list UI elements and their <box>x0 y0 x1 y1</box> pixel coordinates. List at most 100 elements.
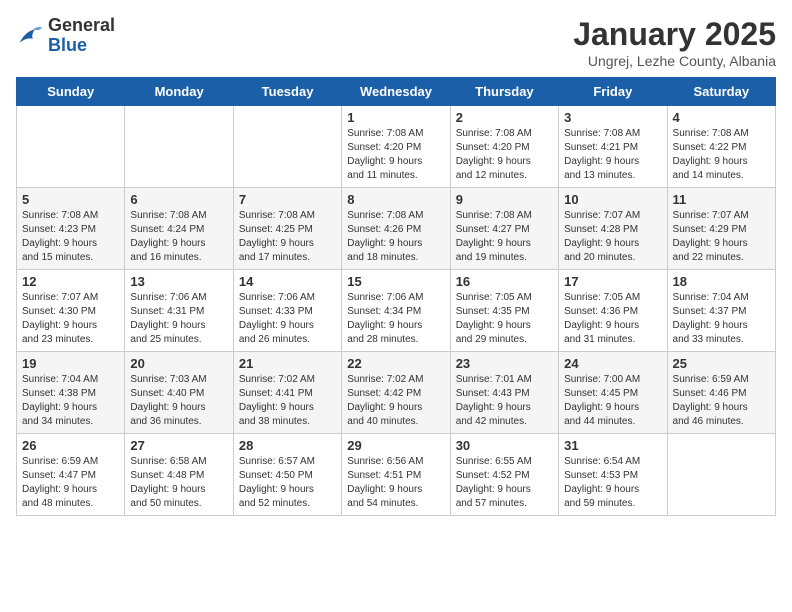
day-info: Sunrise: 7:04 AMSunset: 4:37 PMDaylight:… <box>673 291 770 347</box>
day-number: 29 <box>347 438 444 453</box>
calendar-cell: 5 Sunrise: 7:08 AMSunset: 4:23 PMDaylight… <box>17 188 125 270</box>
day-info: Sunrise: 6:54 AMSunset: 4:53 PMDaylight:… <box>564 455 661 511</box>
day-info: Sunrise: 7:05 AMSunset: 4:35 PMDaylight:… <box>456 291 553 347</box>
day-info: Sunrise: 6:56 AMSunset: 4:51 PMDaylight:… <box>347 455 444 511</box>
day-of-week-header: Friday <box>559 78 667 106</box>
calendar-cell: 27 Sunrise: 6:58 AMSunset: 4:48 PMDayligh… <box>125 434 233 516</box>
day-info: Sunrise: 7:08 AMSunset: 4:24 PMDaylight:… <box>130 209 227 265</box>
calendar-cell: 21 Sunrise: 7:02 AMSunset: 4:41 PMDayligh… <box>233 352 341 434</box>
calendar-cell: 3Sunrise: 7:08 AMSunset: 4:21 PMDaylight… <box>559 106 667 188</box>
calendar-header-row: SundayMondayTuesdayWednesdayThursdayFrid… <box>17 78 776 106</box>
calendar-cell: 12Sunrise: 7:07 AMSunset: 4:30 PMDayligh… <box>17 270 125 352</box>
day-info: Sunrise: 7:06 AMSunset: 4:31 PMDaylight:… <box>130 291 227 347</box>
day-info: Sunrise: 7:08 AMSunset: 4:25 PMDaylight:… <box>239 209 336 265</box>
day-number: 21 <box>239 356 336 371</box>
calendar-cell: 20Sunrise: 7:03 AMSunset: 4:40 PMDayligh… <box>125 352 233 434</box>
calendar-cell: 16 Sunrise: 7:05 AMSunset: 4:35 PMDayligh… <box>450 270 558 352</box>
day-info: Sunrise: 7:06 AMSunset: 4:33 PMDaylight:… <box>239 291 336 347</box>
day-info: Sunrise: 7:04 AMSunset: 4:38 PMDaylight:… <box>22 373 119 429</box>
calendar-week-row: 12Sunrise: 7:07 AMSunset: 4:30 PMDayligh… <box>17 270 776 352</box>
day-info: Sunrise: 7:08 AMSunset: 4:26 PMDaylight:… <box>347 209 444 265</box>
day-info: Sunrise: 6:55 AMSunset: 4:52 PMDaylight:… <box>456 455 553 511</box>
calendar-cell <box>125 106 233 188</box>
day-info: Sunrise: 7:00 AMSunset: 4:45 PMDaylight:… <box>564 373 661 429</box>
day-info: Sunrise: 7:08 AMSunset: 4:27 PMDaylight:… <box>456 209 553 265</box>
day-number: 23 <box>456 356 553 371</box>
day-number: 27 <box>130 438 227 453</box>
day-info: Sunrise: 7:08 AMSunset: 4:20 PMDaylight:… <box>456 127 553 183</box>
calendar-week-row: 19 Sunrise: 7:04 AMSunset: 4:38 PMDayligh… <box>17 352 776 434</box>
title-block: January 2025 Ungrej, Lezhe County, Alban… <box>573 16 776 69</box>
day-number: 31 <box>564 438 661 453</box>
logo: General Blue <box>16 16 115 56</box>
day-info: Sunrise: 6:58 AMSunset: 4:48 PMDaylight:… <box>130 455 227 511</box>
day-info: Sunrise: 6:57 AMSunset: 4:50 PMDaylight:… <box>239 455 336 511</box>
day-of-week-header: Tuesday <box>233 78 341 106</box>
calendar-cell: 31 Sunrise: 6:54 AMSunset: 4:53 PMDayligh… <box>559 434 667 516</box>
day-number: 8 <box>347 192 444 207</box>
day-number: 9 <box>456 192 553 207</box>
calendar-cell: 18 Sunrise: 7:04 AMSunset: 4:37 PMDayligh… <box>667 270 775 352</box>
calendar-cell <box>233 106 341 188</box>
calendar-week-row: 26 Sunrise: 6:59 AMSunset: 4:47 PMDayligh… <box>17 434 776 516</box>
day-number: 1 <box>347 110 444 125</box>
day-info: Sunrise: 7:08 AMSunset: 4:20 PMDaylight:… <box>347 127 444 183</box>
day-number: 30 <box>456 438 553 453</box>
day-info: Sunrise: 7:08 AMSunset: 4:23 PMDaylight:… <box>22 209 119 265</box>
day-info: Sunrise: 7:06 AMSunset: 4:34 PMDaylight:… <box>347 291 444 347</box>
day-number: 15 <box>347 274 444 289</box>
logo-general-text: General <box>48 15 115 35</box>
day-number: 24 <box>564 356 661 371</box>
day-number: 7 <box>239 192 336 207</box>
day-info: Sunrise: 7:05 AMSunset: 4:36 PMDaylight:… <box>564 291 661 347</box>
calendar-cell: 19 Sunrise: 7:04 AMSunset: 4:38 PMDayligh… <box>17 352 125 434</box>
logo-icon <box>16 22 44 50</box>
day-number: 10 <box>564 192 661 207</box>
day-info: Sunrise: 7:01 AMSunset: 4:43 PMDaylight:… <box>456 373 553 429</box>
day-of-week-header: Saturday <box>667 78 775 106</box>
logo-blue-text: Blue <box>48 35 87 55</box>
calendar-cell: 2 Sunrise: 7:08 AMSunset: 4:20 PMDaylight… <box>450 106 558 188</box>
day-number: 16 <box>456 274 553 289</box>
day-number: 26 <box>22 438 119 453</box>
day-number: 20 <box>130 356 227 371</box>
calendar-cell: 15 Sunrise: 7:06 AMSunset: 4:34 PMDayligh… <box>342 270 450 352</box>
location-subtitle: Ungrej, Lezhe County, Albania <box>573 53 776 69</box>
calendar-cell: 26 Sunrise: 6:59 AMSunset: 4:47 PMDayligh… <box>17 434 125 516</box>
day-number: 2 <box>456 110 553 125</box>
day-info: Sunrise: 7:07 AMSunset: 4:29 PMDaylight:… <box>673 209 770 265</box>
calendar-cell: 30 Sunrise: 6:55 AMSunset: 4:52 PMDayligh… <box>450 434 558 516</box>
page-header: General Blue January 2025 Ungrej, Lezhe … <box>16 16 776 69</box>
day-number: 14 <box>239 274 336 289</box>
calendar-cell: 14 Sunrise: 7:06 AMSunset: 4:33 PMDayligh… <box>233 270 341 352</box>
calendar-cell: 8 Sunrise: 7:08 AMSunset: 4:26 PMDaylight… <box>342 188 450 270</box>
day-number: 22 <box>347 356 444 371</box>
day-of-week-header: Sunday <box>17 78 125 106</box>
day-of-week-header: Monday <box>125 78 233 106</box>
day-number: 11 <box>673 192 770 207</box>
day-number: 5 <box>22 192 119 207</box>
day-of-week-header: Wednesday <box>342 78 450 106</box>
day-number: 19 <box>22 356 119 371</box>
calendar-cell: 25Sunrise: 6:59 AMSunset: 4:46 PMDayligh… <box>667 352 775 434</box>
calendar-cell: 23 Sunrise: 7:01 AMSunset: 4:43 PMDayligh… <box>450 352 558 434</box>
day-number: 12 <box>22 274 119 289</box>
month-title: January 2025 <box>573 16 776 53</box>
day-info: Sunrise: 6:59 AMSunset: 4:47 PMDaylight:… <box>22 455 119 511</box>
calendar-cell: 6 Sunrise: 7:08 AMSunset: 4:24 PMDaylight… <box>125 188 233 270</box>
calendar-cell <box>667 434 775 516</box>
calendar-cell: 22Sunrise: 7:02 AMSunset: 4:42 PMDayligh… <box>342 352 450 434</box>
day-number: 4 <box>673 110 770 125</box>
calendar-cell: 11 Sunrise: 7:07 AMSunset: 4:29 PMDayligh… <box>667 188 775 270</box>
day-info: Sunrise: 7:02 AMSunset: 4:41 PMDaylight:… <box>239 373 336 429</box>
day-number: 18 <box>673 274 770 289</box>
day-number: 28 <box>239 438 336 453</box>
day-info: Sunrise: 7:08 AMSunset: 4:22 PMDaylight:… <box>673 127 770 183</box>
calendar-cell: 10 Sunrise: 7:07 AMSunset: 4:28 PMDayligh… <box>559 188 667 270</box>
day-number: 6 <box>130 192 227 207</box>
day-info: Sunrise: 7:07 AMSunset: 4:28 PMDaylight:… <box>564 209 661 265</box>
day-number: 25 <box>673 356 770 371</box>
calendar-cell: 24 Sunrise: 7:00 AMSunset: 4:45 PMDayligh… <box>559 352 667 434</box>
calendar-cell: 17Sunrise: 7:05 AMSunset: 4:36 PMDayligh… <box>559 270 667 352</box>
calendar-week-row: 1 Sunrise: 7:08 AMSunset: 4:20 PMDaylight… <box>17 106 776 188</box>
